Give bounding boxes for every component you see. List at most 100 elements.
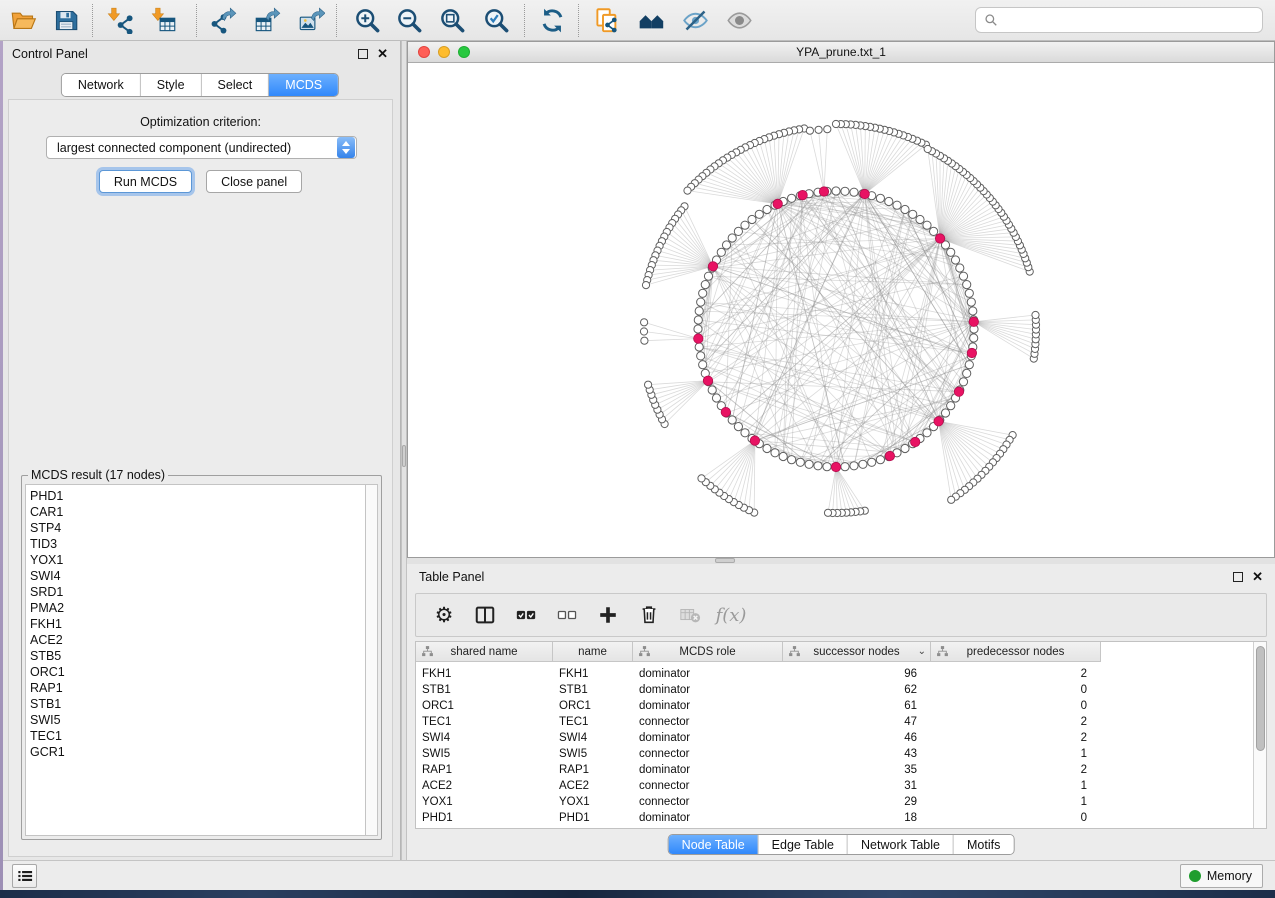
result-item[interactable]: STP4 (30, 520, 366, 536)
cell-shared-name[interactable]: STB1 (416, 682, 553, 698)
cell-predecessor-nodes[interactable]: 0 (931, 682, 1101, 698)
mcds-result-list[interactable]: PHD1CAR1STP4TID3YOX1SWI4SRD1PMA2FKH1ACE2… (25, 484, 366, 836)
task-history-button[interactable] (12, 864, 37, 888)
result-item[interactable]: STB5 (30, 648, 366, 664)
tab-style[interactable]: Style (141, 74, 202, 96)
result-item[interactable]: CAR1 (30, 504, 366, 520)
network-window-titlebar[interactable]: YPA_prune.txt_1 (408, 42, 1274, 63)
cell-shared-name[interactable]: TEC1 (416, 714, 553, 730)
float-panel-icon[interactable] (358, 49, 368, 59)
cell-shared-name[interactable]: SWI5 (416, 746, 553, 762)
result-item[interactable]: PHD1 (30, 488, 366, 504)
search-input[interactable] (1004, 13, 1254, 27)
cell-successor-nodes[interactable]: 35 (783, 762, 931, 778)
table-row[interactable]: TEC1TEC1connector472 (416, 714, 1266, 730)
cell-MCDS-role[interactable]: dominator (633, 730, 783, 746)
cell-MCDS-role[interactable]: connector (633, 778, 783, 794)
cell-name[interactable]: FKH1 (553, 666, 633, 682)
result-item[interactable]: SWI5 (30, 712, 366, 728)
tab-node-table[interactable]: Node Table (669, 835, 759, 854)
cell-shared-name[interactable]: PHD1 (416, 810, 553, 826)
open-file-button[interactable] (4, 4, 42, 37)
column-header-name[interactable]: name (553, 642, 633, 662)
optimization-criterion-dropdown[interactable]: largest connected component (undirected) (46, 136, 357, 159)
hide-selected-button[interactable] (676, 4, 714, 37)
tab-mcds[interactable]: MCDS (269, 74, 338, 96)
result-list-scrollbar[interactable] (365, 484, 378, 836)
result-item[interactable]: ACE2 (30, 632, 366, 648)
scrollbar-thumb[interactable] (1256, 646, 1265, 751)
tab-network[interactable]: Network (62, 74, 141, 96)
table-row[interactable]: SWI5SWI5connector431 (416, 746, 1266, 762)
cell-MCDS-role[interactable]: connector (633, 746, 783, 762)
cell-successor-nodes[interactable]: 61 (783, 698, 931, 714)
cell-MCDS-role[interactable]: dominator (633, 698, 783, 714)
table-row[interactable]: ACE2ACE2connector311 (416, 778, 1266, 794)
cell-MCDS-role[interactable]: connector (633, 794, 783, 810)
network-graph[interactable] (408, 63, 1274, 557)
run-mcds-button[interactable]: Run MCDS (99, 170, 192, 193)
result-item[interactable]: RAP1 (30, 680, 366, 696)
cell-successor-nodes[interactable]: 96 (783, 666, 931, 682)
cell-shared-name[interactable]: ORC1 (416, 698, 553, 714)
zoom-selected-button[interactable] (477, 4, 515, 37)
cell-name[interactable]: ORC1 (553, 698, 633, 714)
splitter-grip[interactable] (402, 445, 406, 467)
select-all-icon[interactable] (514, 603, 538, 627)
import-network-button[interactable] (100, 4, 138, 37)
refresh-button[interactable] (533, 4, 571, 37)
cell-shared-name[interactable]: YOX1 (416, 794, 553, 810)
cell-successor-nodes[interactable]: 43 (783, 746, 931, 762)
cell-name[interactable]: STB1 (553, 682, 633, 698)
cell-predecessor-nodes[interactable]: 2 (931, 714, 1101, 730)
close-panel-icon[interactable]: ✕ (1252, 572, 1263, 582)
cell-MCDS-role[interactable]: dominator (633, 682, 783, 698)
cell-successor-nodes[interactable]: 47 (783, 714, 931, 730)
cell-predecessor-nodes[interactable]: 1 (931, 746, 1101, 762)
float-panel-icon[interactable] (1233, 572, 1243, 582)
network-canvas[interactable] (408, 63, 1274, 557)
zoom-fit-button[interactable] (433, 4, 471, 37)
cell-MCDS-role[interactable]: connector (633, 714, 783, 730)
cell-shared-name[interactable]: RAP1 (416, 762, 553, 778)
table-row[interactable]: FKH1FKH1dominator962 (416, 666, 1266, 682)
zoom-out-button[interactable] (390, 4, 428, 37)
close-panel-icon[interactable]: ✕ (377, 49, 388, 59)
cell-successor-nodes[interactable]: 29 (783, 794, 931, 810)
cell-predecessor-nodes[interactable]: 2 (931, 762, 1101, 778)
close-panel-button[interactable]: Close panel (206, 170, 302, 193)
result-item[interactable]: YOX1 (30, 552, 366, 568)
deselect-all-icon[interactable] (555, 603, 579, 627)
export-network-button[interactable] (204, 4, 242, 37)
cell-name[interactable]: YOX1 (553, 794, 633, 810)
result-item[interactable]: STB1 (30, 696, 366, 712)
cell-MCDS-role[interactable]: dominator (633, 810, 783, 826)
tab-edge-table[interactable]: Edge Table (759, 835, 848, 854)
cell-successor-nodes[interactable]: 62 (783, 682, 931, 698)
cell-name[interactable]: SWI5 (553, 746, 633, 762)
result-item[interactable]: SWI4 (30, 568, 366, 584)
table-row[interactable]: ORC1ORC1dominator610 (416, 698, 1266, 714)
cell-successor-nodes[interactable]: 31 (783, 778, 931, 794)
table-row[interactable]: RAP1RAP1dominator352 (416, 762, 1266, 778)
cell-predecessor-nodes[interactable]: 1 (931, 794, 1101, 810)
result-item[interactable]: TEC1 (30, 728, 366, 744)
splitter-grip[interactable] (715, 558, 735, 563)
columns-icon[interactable] (473, 603, 497, 627)
result-item[interactable]: FKH1 (30, 616, 366, 632)
column-header-predecessor-nodes[interactable]: predecessor nodes (931, 642, 1101, 662)
cell-predecessor-nodes[interactable]: 2 (931, 730, 1101, 746)
tab-network-table[interactable]: Network Table (848, 835, 954, 854)
cell-name[interactable]: PHD1 (553, 810, 633, 826)
column-header-shared-name[interactable]: shared name (416, 642, 553, 662)
tab-motifs[interactable]: Motifs (954, 835, 1013, 854)
result-item[interactable]: PMA2 (30, 600, 366, 616)
cell-predecessor-nodes[interactable]: 0 (931, 810, 1101, 826)
result-item[interactable]: GCR1 (30, 744, 366, 760)
result-item[interactable]: TID3 (30, 536, 366, 552)
add-column-icon[interactable] (596, 603, 620, 627)
save-session-button[interactable] (46, 4, 84, 37)
first-neighbors-button[interactable] (632, 4, 670, 37)
column-header-MCDS-role[interactable]: MCDS role (633, 642, 783, 662)
table-row[interactable]: STB1STB1dominator620 (416, 682, 1266, 698)
